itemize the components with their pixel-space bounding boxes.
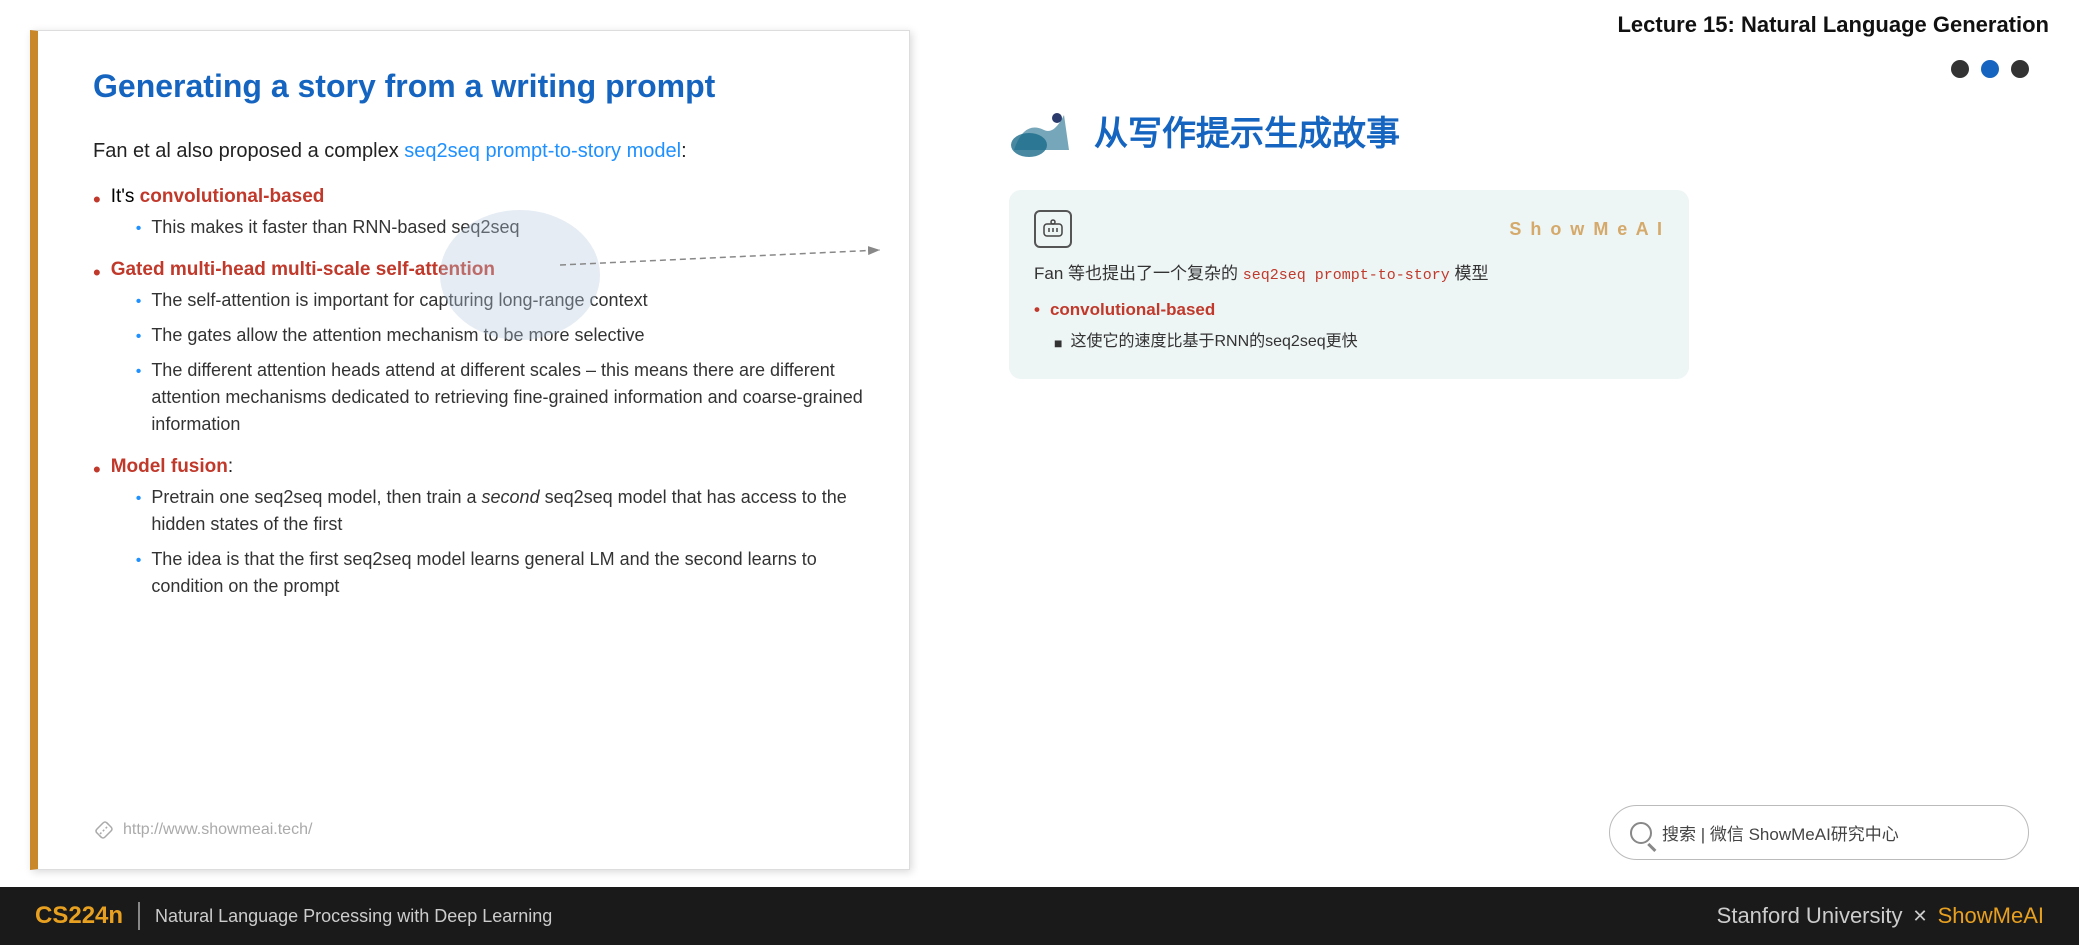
bottom-left: CS224n Natural Language Processing with … xyxy=(35,902,552,930)
bullet3-text: Model fusion xyxy=(111,456,228,477)
sub-bullet-3-1: • Pretrain one seq2seq model, then train… xyxy=(136,484,864,538)
stanford-text: Stanford University xyxy=(1717,903,1903,929)
slide-url: http://www.showmeai.tech/ xyxy=(93,819,312,841)
bullet-item-1: • It's convolutional-based • This makes … xyxy=(93,186,864,249)
bullet-dot-2: • xyxy=(93,260,101,286)
course-name: Natural Language Processing with Deep Le… xyxy=(155,906,552,927)
sub-text-2-2: The gates allow the attention mechanism … xyxy=(151,322,644,349)
bottom-right: Stanford University ✕ ShowMeAI xyxy=(1717,903,2044,929)
slide-panel: Generating a story from a writing prompt… xyxy=(30,30,910,870)
ai-icon xyxy=(1034,210,1072,248)
chinese-icon xyxy=(1009,100,1079,160)
search-icon xyxy=(1630,822,1652,844)
bullet2-text: Gated multi-head multi-scale self-attent… xyxy=(111,259,495,280)
card-body: Fan 等也提出了一个复杂的 seq2seq prompt-to-story 模… xyxy=(1034,260,1664,288)
main-bullet-list: • It's convolutional-based • This makes … xyxy=(93,186,864,608)
lecture-title: Lecture 15: Natural Language Generation xyxy=(1617,12,2049,37)
sub-dot-2-3: • xyxy=(136,360,142,384)
card-sub-bullet: ■ 这使它的速度比基于RNN的seq2seq更快 xyxy=(1034,330,1664,354)
sub-text-2-1: The self-attention is important for capt… xyxy=(151,287,647,314)
showmeai-card: S h o w M e A I Fan 等也提出了一个复杂的 seq2seq p… xyxy=(1009,190,1689,379)
sub-list-1: • This makes it faster than RNN-based se… xyxy=(111,214,520,241)
bullet-item-3: • Model fusion: • Pretrain one seq2seq m… xyxy=(93,456,864,608)
card-bullet-main: • convolutional-based xyxy=(1034,300,1664,320)
sub-dot-2-2: • xyxy=(136,325,142,349)
nav-dot-3[interactable] xyxy=(2011,60,2029,78)
sub-dot-3-2: • xyxy=(136,549,142,573)
search-box[interactable]: 搜索 | 微信 ShowMeAI研究中心 xyxy=(1609,805,2029,860)
sub-bullet-3-2: • The idea is that the first seq2seq mod… xyxy=(136,546,864,600)
intro-text: Fan et al also proposed a complex xyxy=(93,140,404,162)
sub-dot-2-1: • xyxy=(136,290,142,314)
sub-text-1-1: This makes it faster than RNN-based seq2… xyxy=(151,214,519,241)
bullet-item-2: • Gated multi-head multi-scale self-atte… xyxy=(93,259,864,446)
sub-dot-3-1: • xyxy=(136,487,142,511)
course-code: CS224n xyxy=(35,902,123,930)
bullet-dot-3: • xyxy=(93,457,101,483)
sub-text-2-3: The different attention heads attend at … xyxy=(151,357,864,438)
nav-dot-2[interactable] xyxy=(1981,60,1999,78)
sub-dot-1-1: • xyxy=(136,217,142,241)
right-panel: 从写作提示生成故事 S h o w M e A I Fan 等也提出了一个复杂的… xyxy=(1009,60,2059,880)
card-sub-text: 这使它的速度比基于RNN的seq2seq更快 xyxy=(1070,330,1357,354)
slide-intro: Fan et al also proposed a complex seq2se… xyxy=(93,136,864,166)
card-bullet-dot: • xyxy=(1034,300,1040,320)
card-body-suffix: 模型 xyxy=(1450,264,1489,283)
url-icon xyxy=(93,819,115,841)
card-header: S h o w M e A I xyxy=(1034,210,1664,248)
header-top: Lecture 15: Natural Language Generation xyxy=(979,0,2079,46)
card-body-link: seq2seq prompt-to-story xyxy=(1243,267,1450,284)
card-sub-square: ■ xyxy=(1054,333,1062,354)
showmeai-footer: ShowMeAI xyxy=(1938,903,2044,929)
bullet1-prefix: It's xyxy=(111,186,140,207)
nav-dots xyxy=(1951,60,2029,78)
divider xyxy=(138,902,140,930)
nav-dot-1[interactable] xyxy=(1951,60,1969,78)
sub-bullet-2-2: • The gates allow the attention mechanis… xyxy=(136,322,864,349)
search-text: 搜索 | 微信 ShowMeAI研究中心 xyxy=(1662,820,1899,845)
intro-link[interactable]: seq2seq prompt-to-story model xyxy=(404,140,681,162)
bullet-dot-1: • xyxy=(93,187,101,213)
chinese-header: 从写作提示生成故事 xyxy=(1009,100,1400,160)
sub-bullet-2-3: • The different attention heads attend a… xyxy=(136,357,864,438)
card-bullet-text: convolutional-based xyxy=(1050,300,1215,320)
sub-list-3: • Pretrain one seq2seq model, then train… xyxy=(111,484,864,600)
bottom-bar: CS224n Natural Language Processing with … xyxy=(0,887,2079,945)
sub-text-3-2: The idea is that the first seq2seq model… xyxy=(151,546,864,600)
sub-bullet-1-1: • This makes it faster than RNN-based se… xyxy=(136,214,520,241)
sub-text-3-1: Pretrain one seq2seq model, then train a… xyxy=(151,484,864,538)
card-body-prefix: Fan 等也提出了一个复杂的 xyxy=(1034,264,1243,283)
bullet3-suffix: : xyxy=(228,456,233,477)
slide-title: Generating a story from a writing prompt xyxy=(93,66,864,108)
showmeai-brand: S h o w M e A I xyxy=(1509,219,1664,240)
sub-list-2: • The self-attention is important for ca… xyxy=(111,287,864,438)
bullet1-highlight: convolutional-based xyxy=(140,186,325,207)
sub-bullet-2-1: • The self-attention is important for ca… xyxy=(136,287,864,314)
intro-suffix: : xyxy=(681,140,687,162)
chinese-title: 从写作提示生成故事 xyxy=(1094,106,1400,155)
url-text[interactable]: http://www.showmeai.tech/ xyxy=(123,821,312,839)
x-symbol: ✕ xyxy=(1913,906,1928,927)
